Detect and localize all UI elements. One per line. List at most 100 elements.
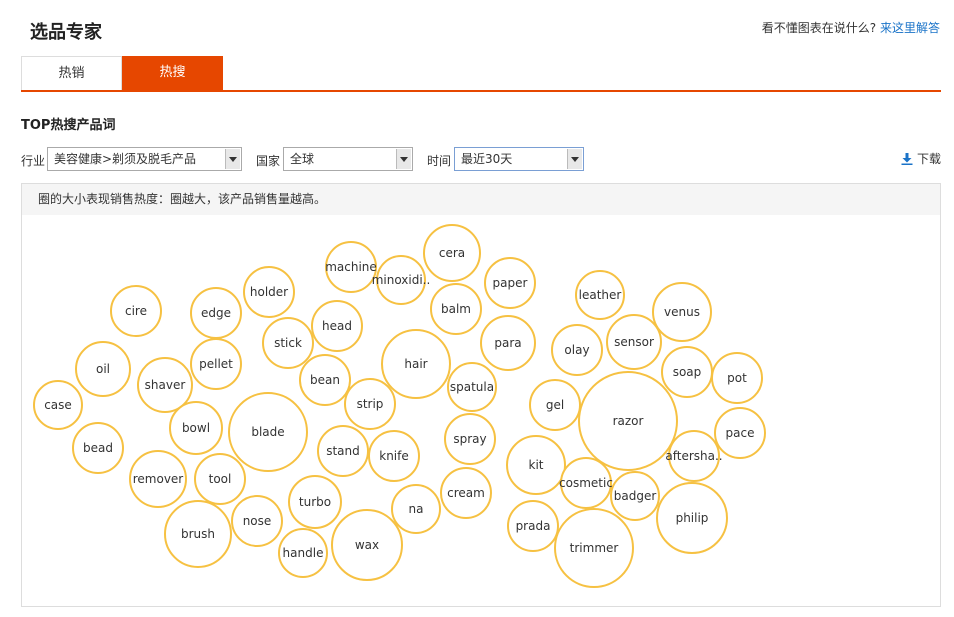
bubble-label: shaver bbox=[145, 378, 186, 392]
bubble[interactable]: paper bbox=[484, 257, 536, 309]
tab-hot-sales[interactable]: 热销 bbox=[21, 56, 122, 90]
bubble[interactable]: na bbox=[391, 484, 441, 534]
bubble[interactable]: oil bbox=[75, 341, 131, 397]
bubble[interactable]: trimmer bbox=[554, 508, 634, 588]
chart-panel: 圈的大小表现销售热度：圈越大，该产品销售量越高。 case bead oil cire… bbox=[21, 183, 941, 607]
bubble[interactable]: balm bbox=[430, 283, 482, 335]
bubble-label: cire bbox=[125, 304, 147, 318]
country-select[interactable]: 全球 bbox=[283, 147, 413, 171]
country-label: 国家 bbox=[256, 154, 281, 168]
time-select[interactable]: 最近30天 bbox=[454, 147, 584, 171]
bubble-label: spray bbox=[453, 432, 486, 446]
bubble[interactable]: cire bbox=[110, 285, 162, 337]
bubble-label: machine bbox=[325, 260, 377, 274]
bubble[interactable]: leather bbox=[575, 270, 625, 320]
bubble[interactable]: cosmetic bbox=[559, 457, 613, 509]
bubble[interactable]: case bbox=[33, 380, 83, 430]
bubble[interactable]: cream bbox=[440, 467, 492, 519]
bubble-label: brush bbox=[181, 527, 215, 541]
industry-select[interactable]: 美容健康>剃须及脱毛产品 bbox=[47, 147, 242, 171]
bubble[interactable]: bead bbox=[72, 422, 124, 474]
chevron-down-icon[interactable] bbox=[396, 149, 411, 169]
bubble[interactable]: brush bbox=[164, 500, 232, 568]
bubble[interactable]: badger bbox=[610, 471, 660, 521]
bubble-label: holder bbox=[250, 285, 288, 299]
bubble[interactable]: bean bbox=[299, 354, 351, 406]
help-area: 看不懂图表在说什么? 来这里解答 bbox=[762, 19, 940, 36]
bubble-label: handle bbox=[283, 546, 324, 560]
bubble[interactable]: handle bbox=[278, 528, 328, 578]
bubble[interactable]: holder bbox=[243, 266, 295, 318]
bubble[interactable]: hair bbox=[381, 329, 451, 399]
bubble-label: soap bbox=[673, 365, 702, 379]
bubble-label: tool bbox=[209, 472, 232, 486]
bubble[interactable]: edge bbox=[190, 287, 242, 339]
bubble[interactable]: remover bbox=[129, 450, 187, 508]
bubble-label: pace bbox=[726, 426, 755, 440]
bubble[interactable]: olay bbox=[551, 324, 603, 376]
bubble[interactable]: stick bbox=[262, 317, 314, 369]
bubble[interactable]: turbo bbox=[288, 475, 342, 529]
bubble-label: badger bbox=[614, 489, 657, 503]
bubble-label: prada bbox=[516, 519, 551, 533]
bubble[interactable]: stand bbox=[317, 425, 369, 477]
bubble[interactable]: machine bbox=[325, 241, 377, 293]
bubble[interactable]: pot bbox=[711, 352, 763, 404]
bubble-label: venus bbox=[664, 305, 700, 319]
bubble-label: turbo bbox=[299, 495, 331, 509]
time-value: 最近30天 bbox=[461, 152, 513, 166]
help-text: 看不懂图表在说什么? bbox=[761, 21, 877, 35]
bubble[interactable]: nose bbox=[231, 495, 283, 547]
bubble[interactable]: blade bbox=[228, 392, 308, 472]
bubble[interactable]: venus bbox=[652, 282, 712, 342]
bubble[interactable]: spray bbox=[444, 413, 496, 465]
bubble[interactable]: sensor bbox=[606, 314, 662, 370]
filter-bar: 行业 美容健康>剃须及脱毛产品 国家 全球 时间 最近30天 bbox=[21, 147, 941, 173]
bubble-label: cream bbox=[447, 486, 485, 500]
download-label: 下载 bbox=[916, 152, 941, 166]
bubble-label: razor bbox=[613, 414, 644, 428]
bubble[interactable]: tool bbox=[194, 453, 246, 505]
bubble-label: balm bbox=[441, 302, 471, 316]
bubble-label: olay bbox=[564, 343, 589, 357]
bubble[interactable]: bowl bbox=[169, 401, 223, 455]
bubble[interactable]: knife bbox=[368, 430, 420, 482]
bubble-label: cera bbox=[439, 246, 465, 260]
bubble-label: case bbox=[44, 398, 72, 412]
bubble-label: knife bbox=[379, 449, 409, 463]
bubble[interactable]: strip bbox=[344, 378, 396, 430]
bubble[interactable]: para bbox=[480, 315, 536, 371]
chevron-down-icon[interactable] bbox=[567, 149, 582, 169]
bubble[interactable]: razor bbox=[578, 371, 678, 471]
bubble[interactable]: gel bbox=[529, 379, 581, 431]
bubble-label: bowl bbox=[182, 421, 210, 435]
tab-hot-search[interactable]: 热搜 bbox=[122, 56, 223, 90]
chevron-down-icon[interactable] bbox=[225, 149, 240, 169]
industry-value: 美容健康>剃须及脱毛产品 bbox=[54, 152, 197, 166]
bubble[interactable]: soap bbox=[661, 346, 713, 398]
bubble[interactable]: pace bbox=[714, 407, 766, 459]
bubble-label: para bbox=[494, 336, 521, 350]
bubble-label: sensor bbox=[614, 335, 654, 349]
bubble[interactable]: prada bbox=[507, 500, 559, 552]
bubble-label: nose bbox=[243, 514, 272, 528]
bubble-label: paper bbox=[493, 276, 528, 290]
bubble-label: philip bbox=[676, 511, 709, 525]
bubble-label: na bbox=[409, 502, 424, 516]
bubble[interactable]: pellet bbox=[190, 338, 242, 390]
bubble[interactable]: head bbox=[311, 300, 363, 352]
tab-bar: 热销 热搜 bbox=[21, 56, 941, 92]
bubble-label: oil bbox=[96, 362, 110, 376]
bubble[interactable]: kit bbox=[506, 435, 566, 495]
bubble-chart: case bead oil cire remover shaver pellet edge ho… bbox=[33, 224, 766, 588]
bubble-label: bean bbox=[310, 373, 340, 387]
bubble-label: trimmer bbox=[570, 541, 619, 555]
bubble-label: head bbox=[322, 319, 352, 333]
bubble[interactable]: philip bbox=[656, 482, 728, 554]
bubble[interactable]: cera bbox=[423, 224, 481, 282]
download-button[interactable]: 下载 bbox=[901, 150, 941, 167]
bubble[interactable]: spatula bbox=[447, 362, 497, 412]
help-link[interactable]: 来这里解答 bbox=[880, 21, 940, 35]
bubble[interactable]: minoxidi.. bbox=[372, 255, 431, 305]
bubble[interactable]: wax bbox=[331, 509, 403, 581]
